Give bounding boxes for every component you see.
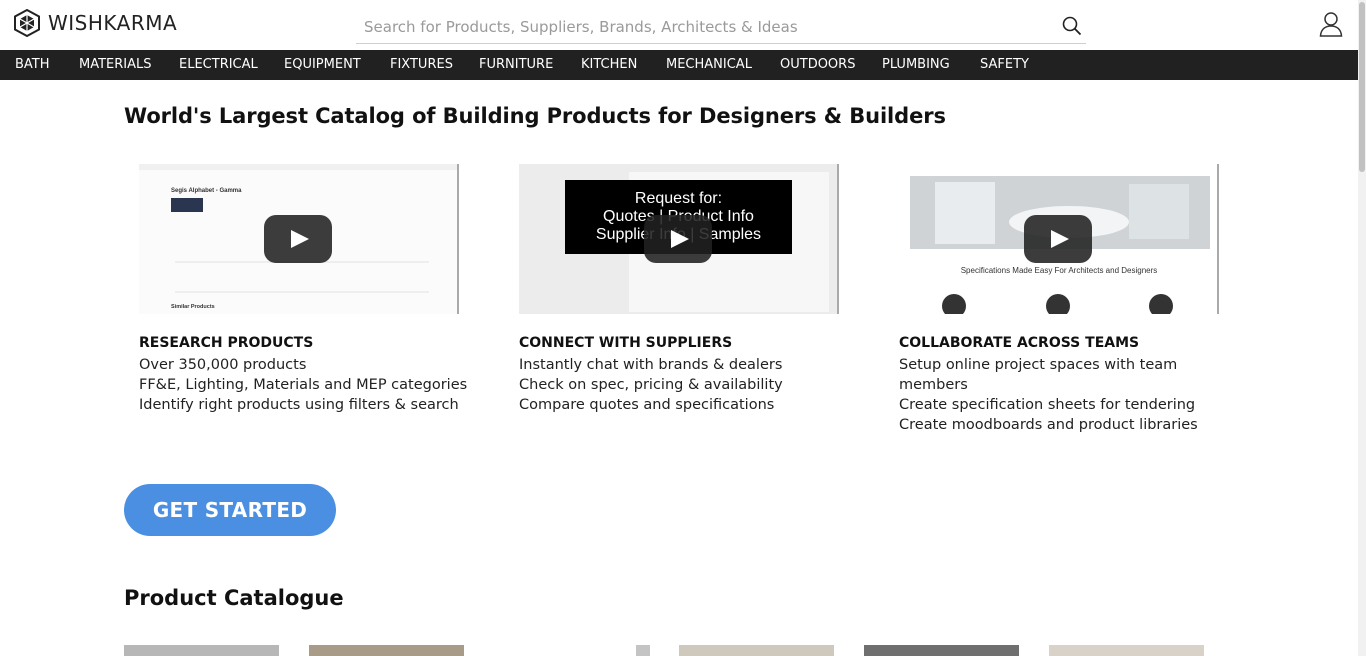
play-icon[interactable] xyxy=(1024,215,1092,263)
catalogue-thumbnail[interactable] xyxy=(864,645,1019,656)
video-caption: Specifications Made Easy For Architects … xyxy=(960,266,1158,275)
nav-item-electrical[interactable]: ELECTRICAL xyxy=(179,57,258,72)
logo-icon xyxy=(14,9,40,37)
feature-line: Create moodboards and product libraries xyxy=(899,417,1198,433)
feature-research-products: RESEARCH PRODUCTS Over 350,000 products … xyxy=(139,335,479,415)
nav-item-kitchen[interactable]: KITCHEN xyxy=(581,57,637,72)
nav-item-materials[interactable]: MATERIALS xyxy=(79,57,152,72)
page-scrollbar[interactable] xyxy=(1358,0,1366,656)
logo[interactable]: WISHKARMA xyxy=(14,9,177,37)
feature-line: Compare quotes and specifications xyxy=(519,397,775,413)
product-catalogue-title: Product Catalogue xyxy=(124,586,344,610)
feature-line: Instantly chat with brands & dealers xyxy=(519,357,783,373)
play-icon[interactable] xyxy=(264,215,332,263)
feature-connect-suppliers: CONNECT WITH SUPPLIERS Instantly chat wi… xyxy=(519,335,859,415)
catalogue-thumbnail[interactable] xyxy=(309,645,464,656)
header: WISHKARMA xyxy=(0,0,1358,50)
nav-item-safety[interactable]: SAFETY xyxy=(980,57,1029,72)
feature-title: CONNECT WITH SUPPLIERS xyxy=(519,335,733,351)
feature-title: COLLABORATE ACROSS TEAMS xyxy=(899,335,1140,351)
scrollbar-thumb[interactable] xyxy=(1359,2,1365,172)
nav-item-bath[interactable]: BATH xyxy=(15,57,50,72)
feature-line: Setup online project spaces with team xyxy=(899,357,1178,373)
user-icon[interactable] xyxy=(1319,11,1343,37)
video-research-products[interactable]: Segis Alphabet - Gamma Similar Products xyxy=(139,164,459,314)
nav-item-plumbing[interactable]: PLUMBING xyxy=(882,57,950,72)
feature-line: Create specification sheets for tenderin… xyxy=(899,397,1196,413)
video-similar-products: Similar Products xyxy=(171,304,215,310)
category-nav: BATH MATERIALS ELECTRICAL EQUIPMENT FIXT… xyxy=(0,50,1358,80)
feature-line: Over 350,000 products xyxy=(139,357,307,373)
video-caption-title: Segis Alphabet - Gamma xyxy=(171,188,242,194)
catalogue-thumbnail[interactable] xyxy=(679,645,834,656)
hero-title: World's Largest Catalog of Building Prod… xyxy=(124,104,946,128)
video-collaborate-teams[interactable]: Specifications Made Easy For Architects … xyxy=(899,164,1219,314)
search-icon[interactable] xyxy=(1062,16,1082,36)
get-started-button[interactable]: GET STARTED xyxy=(124,484,336,536)
nav-item-outdoors[interactable]: OUTDOORS xyxy=(780,57,855,72)
search-bar xyxy=(356,10,1086,44)
feature-line: Check on spec, pricing & availability xyxy=(519,377,783,393)
nav-item-equipment[interactable]: EQUIPMENT xyxy=(284,57,361,72)
nav-item-furniture[interactable]: FURNITURE xyxy=(479,57,553,72)
feature-line: FF&E, Lighting, Materials and MEP catego… xyxy=(139,377,468,393)
video-connect-suppliers[interactable]: Request for: Quotes | Product Info Suppl… xyxy=(519,164,839,314)
feature-line: Identify right products using filters & … xyxy=(139,397,459,413)
catalogue-thumbnail[interactable] xyxy=(636,645,650,656)
catalogue-thumbnail[interactable] xyxy=(124,645,279,656)
play-icon[interactable] xyxy=(644,215,712,263)
catalogue-thumbnail[interactable] xyxy=(1049,645,1204,656)
brand-name: WISHKARMA xyxy=(48,11,178,35)
search-input[interactable] xyxy=(364,16,1044,38)
feature-title: RESEARCH PRODUCTS xyxy=(139,335,314,351)
feature-line: members xyxy=(899,377,968,393)
nav-item-fixtures[interactable]: FIXTURES xyxy=(390,57,453,72)
overlay-line: Request for: xyxy=(634,190,723,207)
feature-collaborate-teams: COLLABORATE ACROSS TEAMS Setup online pr… xyxy=(899,335,1239,435)
nav-item-mechanical[interactable]: MECHANICAL xyxy=(666,57,752,72)
